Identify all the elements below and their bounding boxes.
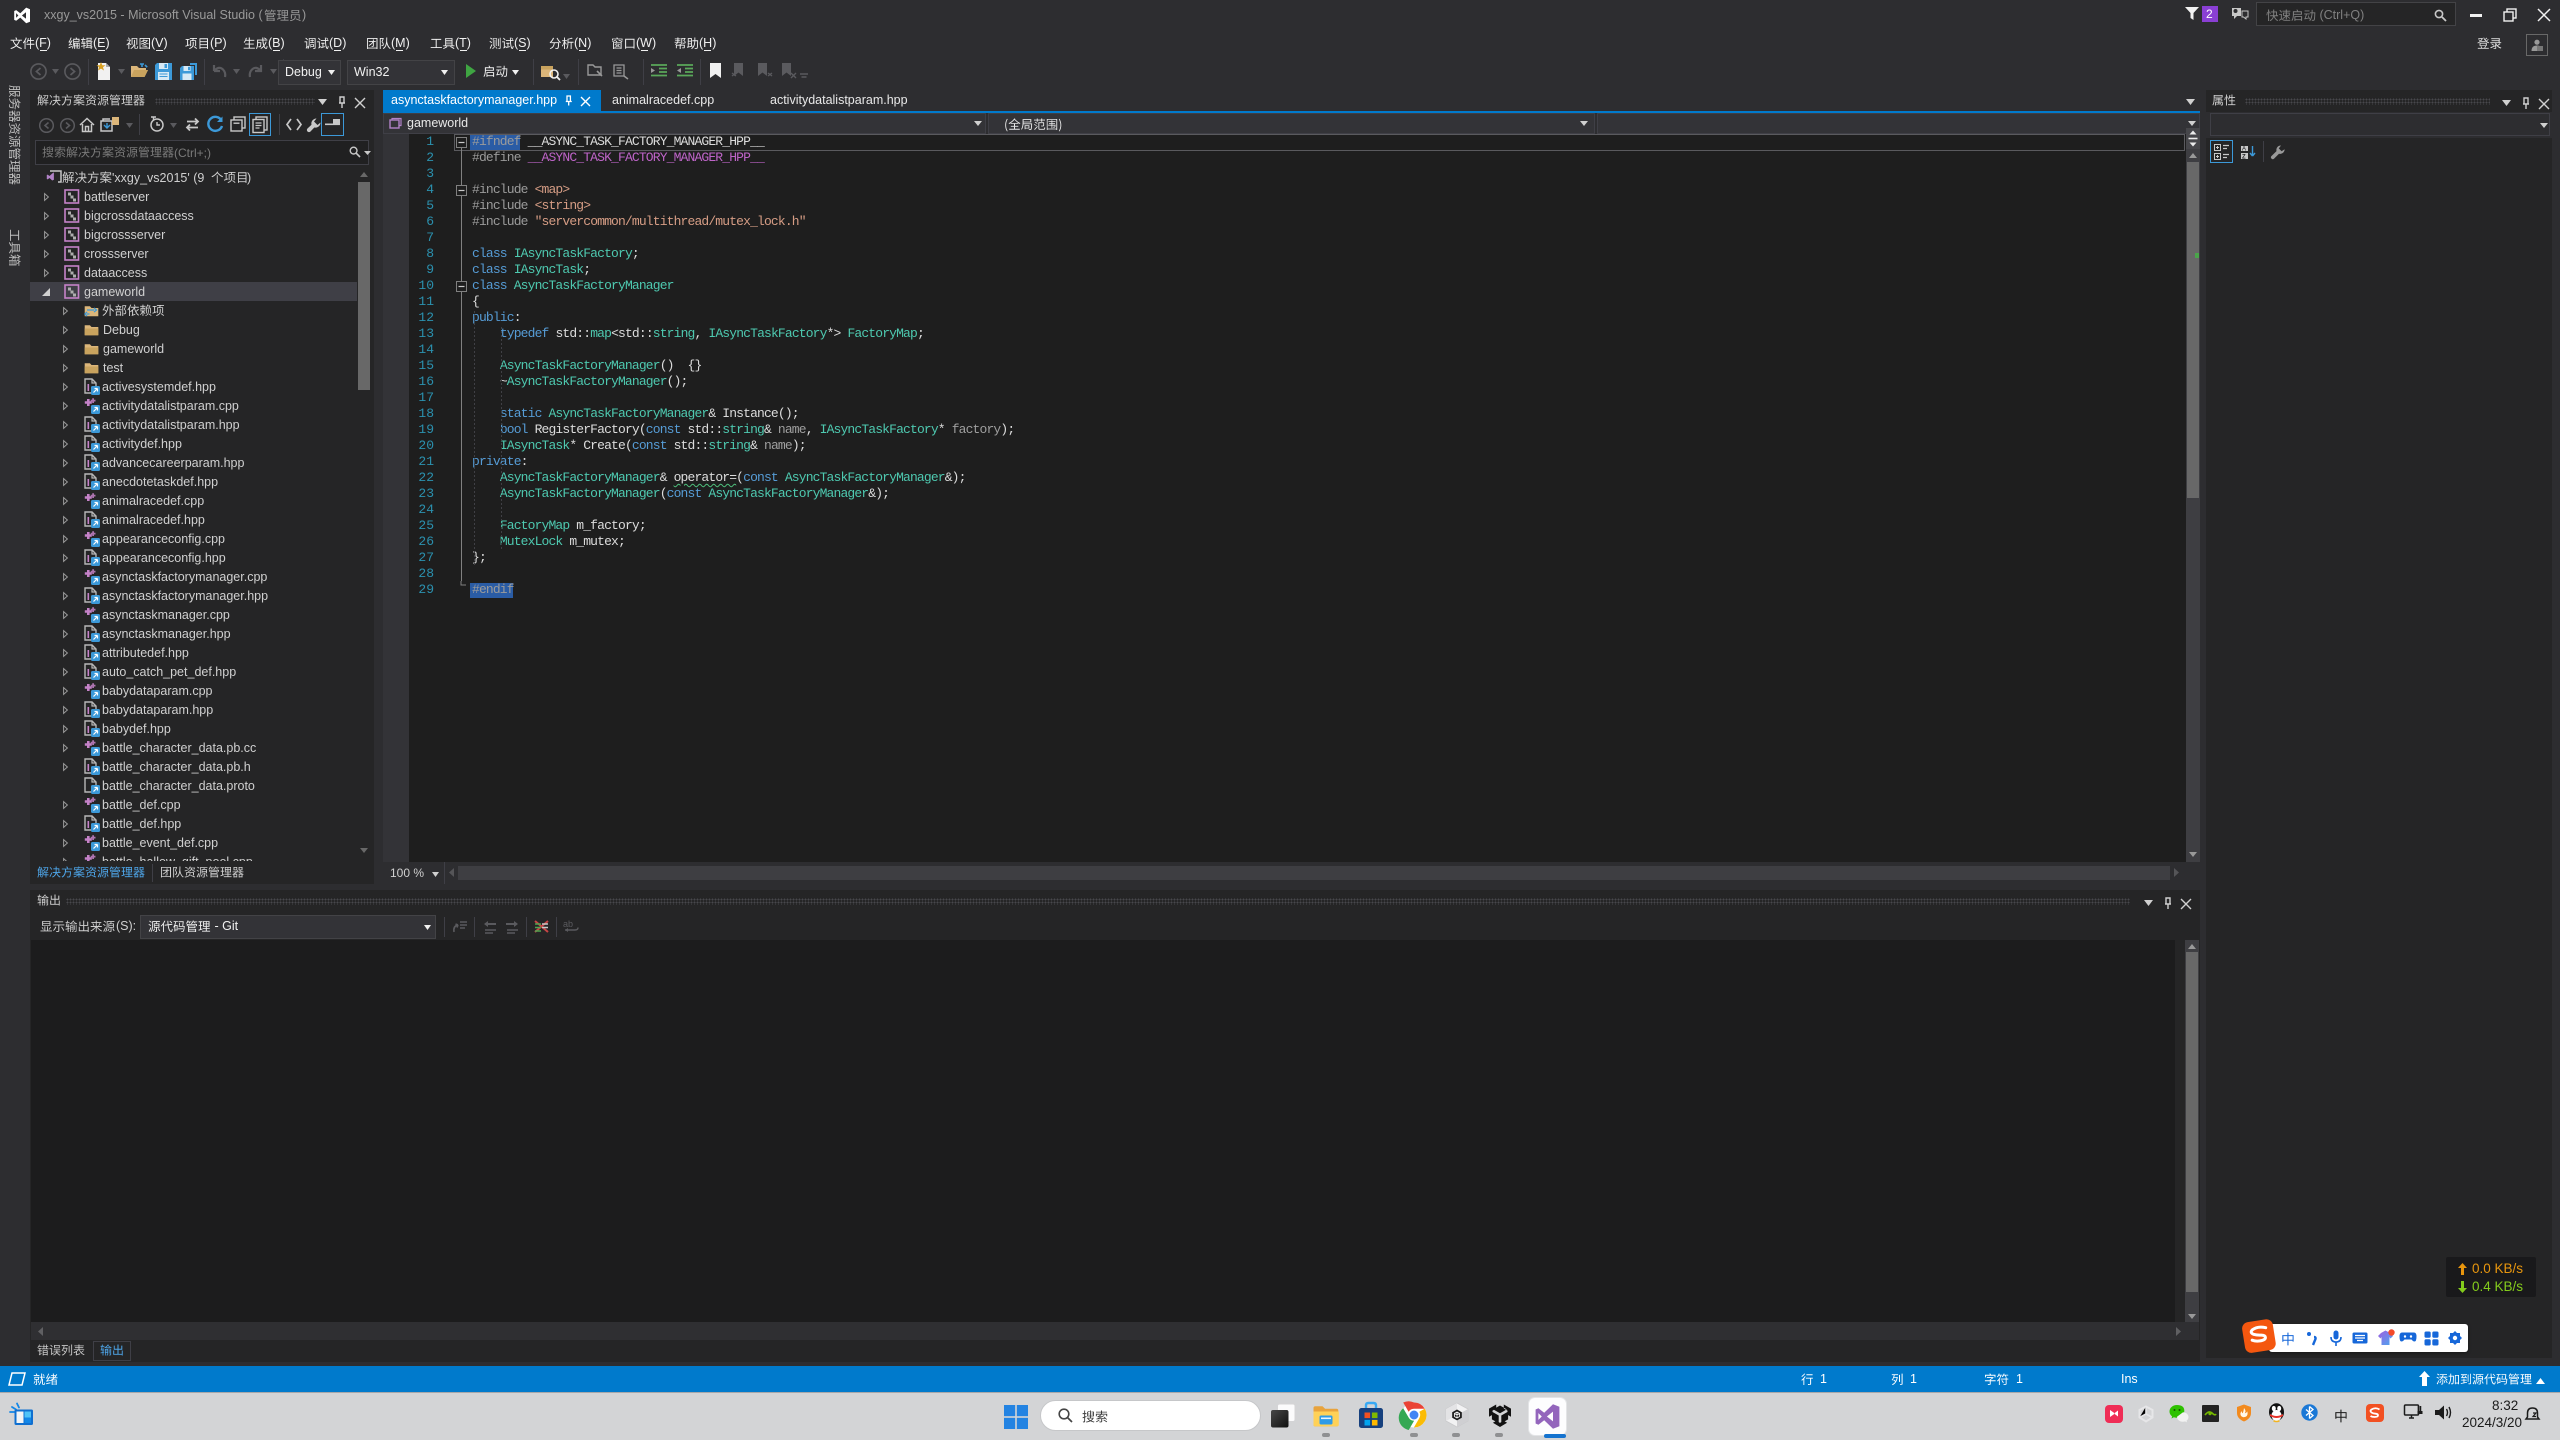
svg-text:Z: Z: [2242, 155, 2246, 161]
svg-text:ab: ab: [563, 919, 573, 929]
svg-text:A: A: [2242, 147, 2246, 153]
